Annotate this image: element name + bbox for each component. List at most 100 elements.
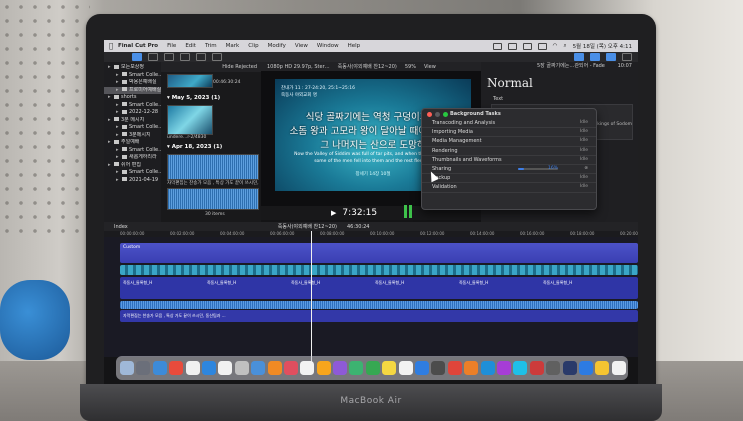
dock-app-icon[interactable] <box>496 361 511 375</box>
browser-toggle-icon[interactable] <box>574 53 584 61</box>
dock-app-icon[interactable] <box>415 361 430 375</box>
zoom-icon[interactable] <box>443 112 448 117</box>
background-task-row[interactable]: Rendering Idle <box>422 147 596 156</box>
share-icon[interactable] <box>622 53 632 61</box>
menu-window[interactable]: Window <box>317 43 339 49</box>
play-icon[interactable]: ▶ <box>331 209 336 217</box>
dock-app-icon[interactable] <box>546 361 561 375</box>
import-icon[interactable] <box>180 53 190 61</box>
menu-view[interactable]: View <box>295 43 308 49</box>
menu-edit[interactable]: Edit <box>185 43 196 49</box>
dock-app-icon[interactable] <box>283 361 298 375</box>
sidebar-item[interactable]: ▸ Smart Colle… <box>104 124 161 132</box>
background-task-row[interactable]: Validation Idle <box>422 183 596 193</box>
dock-app-icon[interactable] <box>447 361 462 375</box>
dock-app-icon[interactable] <box>611 361 626 375</box>
background-task-row[interactable]: Transcoding and Analysis Idle <box>422 119 596 129</box>
sidebar-item[interactable]: ▸ 2022-12-28 <box>104 109 161 117</box>
dock-app-icon[interactable] <box>365 361 380 375</box>
sidebar-item[interactable]: ▸ 박용은예배실 <box>104 79 161 87</box>
dock-app-icon[interactable] <box>595 361 610 375</box>
sidebar-item[interactable]: ▸ Smart Colle… <box>104 147 161 155</box>
timeline[interactable]: Custom 죽동사_들록형_H 죽동사_들록형_H 죽동사_들록형_H 죽동사_들록… <box>104 237 638 357</box>
keyword-icon[interactable] <box>196 53 206 61</box>
sidebar-item[interactable]: ▸ 새롭게하리라 <box>104 154 161 162</box>
dock-app-icon[interactable] <box>218 361 233 375</box>
sidebar-item[interactable]: ▸ 모든보상정 <box>104 64 161 72</box>
cancel-task-icon[interactable]: ⊗ <box>584 165 588 173</box>
status-icon[interactable] <box>492 42 502 50</box>
dock-app-icon[interactable] <box>267 361 282 375</box>
date-group-header[interactable]: ▾ Apr 18, 2023 (1) <box>167 144 222 150</box>
sidebar-item[interactable]: ▸ Smart Colle… <box>104 72 161 80</box>
sidebar-item[interactable]: ▸ shorts <box>104 94 161 102</box>
background-task-row[interactable]: Thumbnails and Waveforms Idle <box>422 156 596 165</box>
status-icon[interactable] <box>522 42 532 50</box>
sidebar-item[interactable]: ▸ 쉬어 편집 <box>104 162 161 170</box>
sidebar-item[interactable]: ▸ 3분메시지 <box>104 132 161 140</box>
status-icon[interactable] <box>507 42 517 50</box>
title-track[interactable]: Custom <box>120 243 638 263</box>
sidebar-item[interactable]: ▸ Smart Colle… <box>104 102 161 110</box>
menu-modify[interactable]: Modify <box>268 43 286 49</box>
dock-app-icon[interactable] <box>300 361 315 375</box>
timeline-index-button[interactable]: Index <box>114 224 128 230</box>
dock-app-icon[interactable] <box>382 361 397 375</box>
dock-app-icon[interactable] <box>251 361 266 375</box>
menu-clip[interactable]: Clip <box>248 43 258 49</box>
background-task-row[interactable]: Backup Idle <box>422 174 596 184</box>
battery-icon[interactable] <box>537 42 547 50</box>
dock-app-icon[interactable] <box>120 361 134 375</box>
libraries-toggle-icon[interactable] <box>132 53 142 61</box>
sidebar-item[interactable]: ▸ Smart Colle… <box>104 169 161 177</box>
audio-track[interactable]: 자막편집는 찬송가 모음 , 특상 가도 끝이 쓰시던, 동산팀과 … <box>120 310 638 322</box>
dock-app-icon[interactable] <box>513 361 528 375</box>
dock-app-icon[interactable] <box>201 361 216 375</box>
background-task-row[interactable]: Importing Media Idle <box>422 128 596 138</box>
timeline-toggle-icon[interactable] <box>590 53 600 61</box>
dock-app-icon[interactable] <box>136 361 151 375</box>
audio-clip-waveform[interactable] <box>167 188 259 210</box>
dock-app-icon[interactable] <box>185 361 200 375</box>
dock-app-icon[interactable] <box>480 361 495 375</box>
sidebar-item[interactable]: ▸ 3분 메시지 <box>104 117 161 125</box>
dock-app-icon[interactable] <box>562 361 577 375</box>
background-task-row[interactable]: Media Management Idle <box>422 137 596 147</box>
sidebar-item[interactable]: ▸ 프로미어예배실 <box>104 86 161 94</box>
dock-app-icon[interactable] <box>431 361 446 375</box>
viewer-zoom[interactable]: 59% <box>405 64 416 70</box>
dock-app-icon[interactable] <box>349 361 364 375</box>
menu-file[interactable]: File <box>167 43 176 49</box>
sidebar-item[interactable]: ▸ 2021-04-19 <box>104 177 161 185</box>
app-menu[interactable]: Final Cut Pro <box>118 43 158 49</box>
viewer-format[interactable]: 1080p HD 29.97p, Ster… <box>267 64 330 70</box>
dock-app-icon[interactable] <box>316 361 331 375</box>
playhead[interactable] <box>311 231 312 371</box>
dock-app-icon[interactable] <box>234 361 249 375</box>
dock-app-icon[interactable] <box>529 361 544 375</box>
sidebar-item[interactable]: ▸ 주일예배 <box>104 139 161 147</box>
subtitle-track[interactable] <box>120 265 638 275</box>
date-group-header[interactable]: ▾ May 5, 2023 (1) <box>167 95 220 101</box>
timecode-display[interactable]: 7:32:15 <box>342 208 377 218</box>
viewer-view-menu[interactable]: View <box>424 64 436 70</box>
dock-app-icon[interactable] <box>398 361 413 375</box>
background-tasks-icon[interactable] <box>212 53 222 61</box>
background-tasks-window[interactable]: Background Tasks Transcoding and Analysi… <box>421 108 597 210</box>
close-icon[interactable] <box>427 112 432 117</box>
menu-help[interactable]: Help <box>348 43 361 49</box>
apple-menu-icon[interactable]:  <box>104 42 118 50</box>
dock-app-icon[interactable] <box>464 361 479 375</box>
text-style-name[interactable]: Normal <box>487 76 533 90</box>
clip-thumbnail[interactable] <box>167 105 213 135</box>
minimize-icon[interactable] <box>435 112 440 117</box>
titles-icon[interactable] <box>164 53 174 61</box>
dock-app-icon[interactable] <box>169 361 184 375</box>
menu-trim[interactable]: Trim <box>205 43 217 49</box>
background-task-row[interactable]: Sharing 16% ⊗ <box>422 165 596 175</box>
photos-icon[interactable] <box>148 53 158 61</box>
wifi-icon[interactable]: ◠ <box>553 43 558 49</box>
clip-thumbnail[interactable] <box>167 74 213 88</box>
browser-filter[interactable]: Hide Rejected <box>161 62 261 72</box>
dock-app-icon[interactable] <box>333 361 348 375</box>
